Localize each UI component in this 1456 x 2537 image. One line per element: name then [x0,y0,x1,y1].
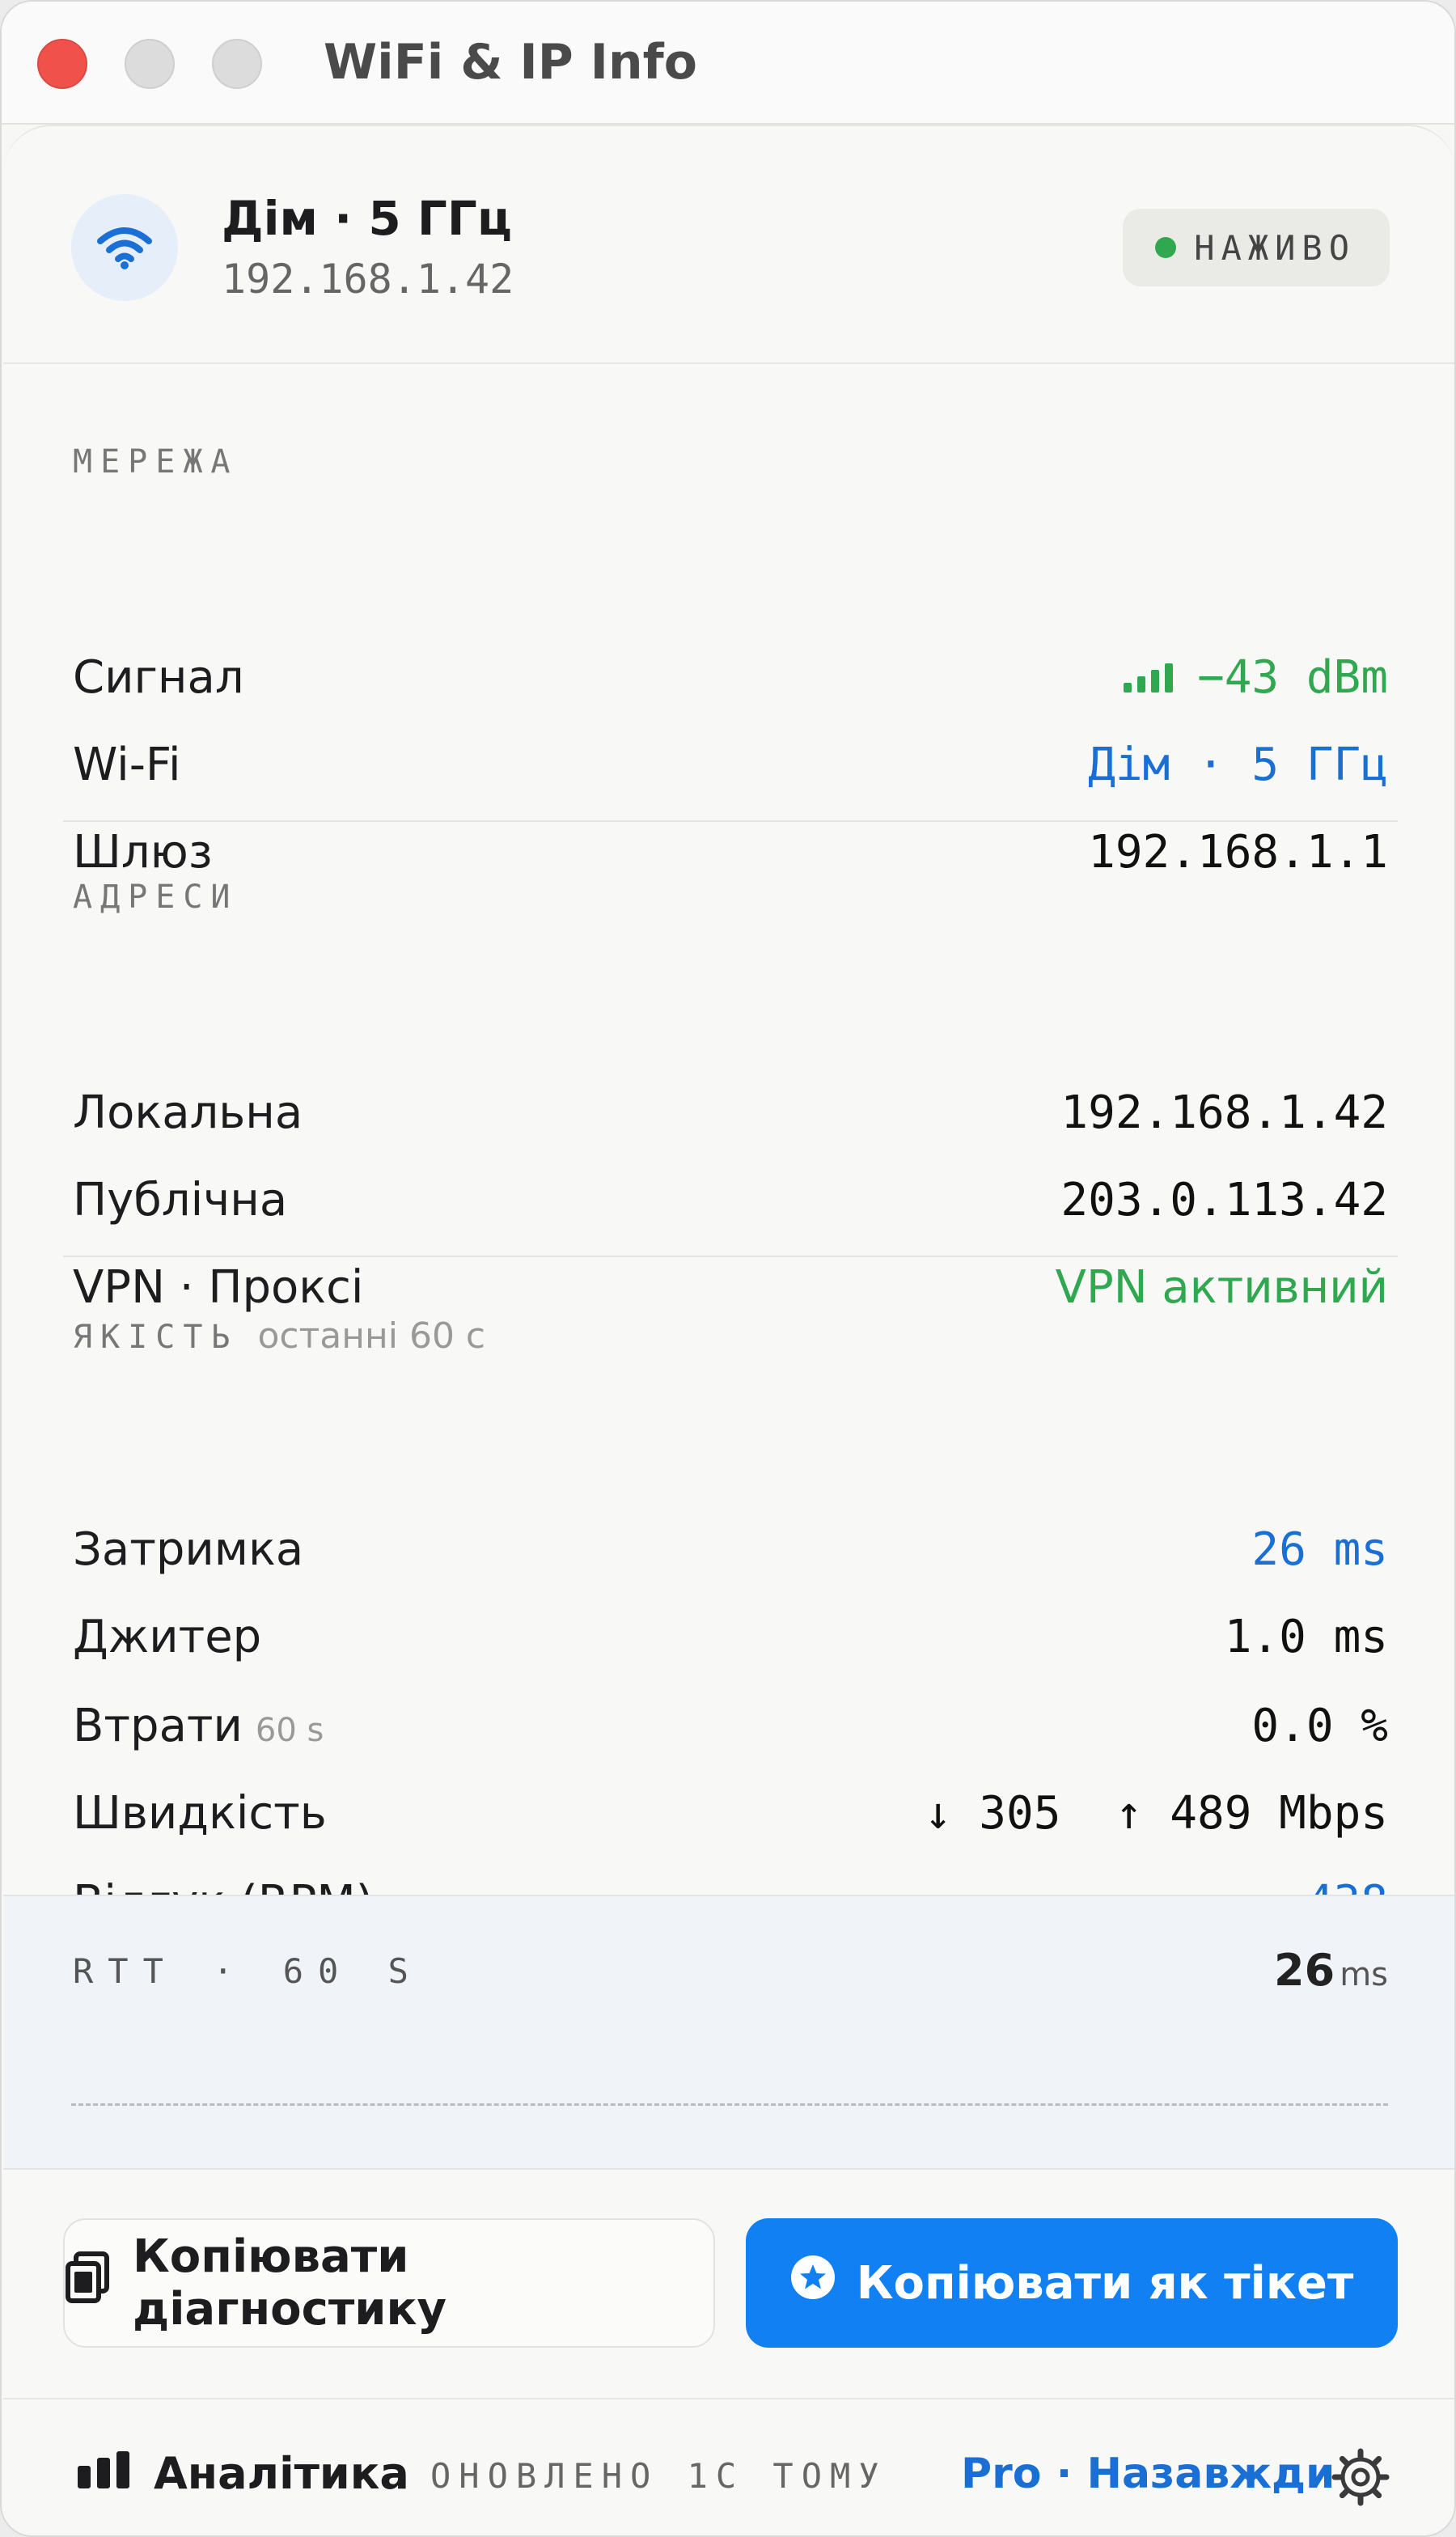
row-loss: Втрати 60 s 0.0 % [73,1689,1388,1762]
row-latency: Затримка 26 ms [73,1513,1388,1586]
row-value: 192.168.1.42 [1060,1086,1388,1139]
chart-bars-icon [78,2448,131,2499]
clipboard-icon [65,2251,112,2315]
section-quality-title: ЯКІСТЬ [73,1319,239,1356]
row-label: Джитер [73,1610,262,1663]
section-quality-subtitle: останні 60 с [257,1315,486,1357]
star-icon [790,2255,836,2311]
row-label-text: Втрати [73,1699,243,1752]
gear-icon[interactable] [1331,2448,1390,2506]
analytics-label: Аналітика [154,2448,409,2499]
rtt-chart: RTT · 60 S 26 ms [3,1895,1454,2170]
divider [63,1256,1398,1257]
row-label-suffix: 60 s [255,1711,324,1749]
signal-strength-value: −43 dBm [1196,650,1388,704]
row-value: −43 dBm [1123,650,1388,704]
row-vpn-proxy: VPN · Проксі VPN активний [73,1251,1388,1324]
copy-as-ticket-button[interactable]: Копіювати як тікет [746,2218,1398,2348]
row-gateway: Шлюз 192.168.1.1 [73,815,1388,888]
rtt-value: 26 ms [1274,1945,1388,1996]
network-name: Дім · 5 ГГц [222,191,512,246]
divider [63,820,1398,822]
main-panel: Дім · 5 ГГц 192.168.1.42 НАЖИВО МЕРЕЖА С… [3,125,1454,2535]
close-button[interactable] [37,39,87,89]
title-bar: WiFi & IP Info [2,2,1454,125]
live-dot-icon [1155,237,1177,258]
row-wifi: Wi-Fi Дім · 5 ГГц [73,728,1388,801]
app-window: WiFi & IP Info Дім · 5 ГГц 192.168.1.42 … [0,0,1456,2537]
row-label: Публічна [73,1173,288,1226]
rtt-value-unit: ms [1340,1956,1388,1993]
minimize-button[interactable] [125,39,175,89]
zoom-button[interactable] [212,39,262,89]
copy-diagnostics-label: Копіювати діагностику [133,2230,447,2336]
analytics-button[interactable]: Аналітика [78,2448,409,2499]
window-title: WiFi & IP Info [324,34,697,91]
row-value: 192.168.1.1 [1088,825,1388,879]
network-header: Дім · 5 ГГц 192.168.1.42 НАЖИВО [3,126,1454,364]
row-speed: Швидкість ↓ 305 ↑ 489 Mbps [73,1777,1388,1849]
row-value: 1.0 ms [1224,1610,1388,1663]
row-label: Затримка [73,1523,304,1576]
rtt-label: RTT · 60 S [73,1951,423,1991]
row-jitter: Джитер 1.0 ms [73,1600,1388,1673]
rtt-baseline [71,2103,1388,2106]
last-updated-text: ОНОВЛЕНО 1С ТОМУ [430,2456,887,2496]
pro-lifetime-link[interactable]: Pro · Назавжди [961,2450,1335,2498]
row-label: Шлюз [73,825,213,879]
row-label: Wi-Fi [73,738,181,791]
vpn-status-value: VPN активний [1055,1260,1388,1314]
live-status-badge: НАЖИВО [1123,209,1390,286]
row-value: 0.0 % [1251,1699,1388,1752]
wifi-icon [71,194,178,301]
live-status-label: НАЖИВО [1194,227,1356,268]
row-public-ip: Публічна 203.0.113.42 [73,1163,1388,1236]
row-local-ip: Локальна 192.168.1.42 [73,1076,1388,1149]
section-addresses-label: АДРЕСИ [73,879,239,916]
row-value: 203.0.113.42 [1060,1173,1388,1226]
section-quality-label: ЯКІСТЬ останні 60 с [73,1315,485,1357]
copy-as-ticket-label: Копіювати як тікет [856,2256,1354,2310]
section-network-label: МЕРЕЖА [73,443,239,481]
row-label: Локальна [73,1086,303,1139]
wifi-network-link[interactable]: Дім · 5 ГГц [1088,739,1388,791]
row-value: 26 ms [1251,1523,1388,1576]
network-ip: 192.168.1.42 [222,256,514,303]
signal-bars-icon [1123,662,1173,692]
copy-diagnostics-button[interactable]: Копіювати діагностику [63,2218,715,2348]
row-signal: Сигнал −43 dBm [73,641,1388,714]
row-label: VPN · Проксі [73,1260,364,1314]
row-label: Сигнал [73,650,244,704]
row-label: Втрати 60 s [73,1700,324,1752]
row-label: Швидкість [73,1786,327,1840]
row-value: ↓ 305 ↑ 489 Mbps [924,1786,1388,1840]
footer-bar: Аналітика ОНОВЛЕНО 1С ТОМУ Pro · Назавжд… [3,2398,1454,2535]
rtt-value-number: 26 [1274,1945,1335,1996]
